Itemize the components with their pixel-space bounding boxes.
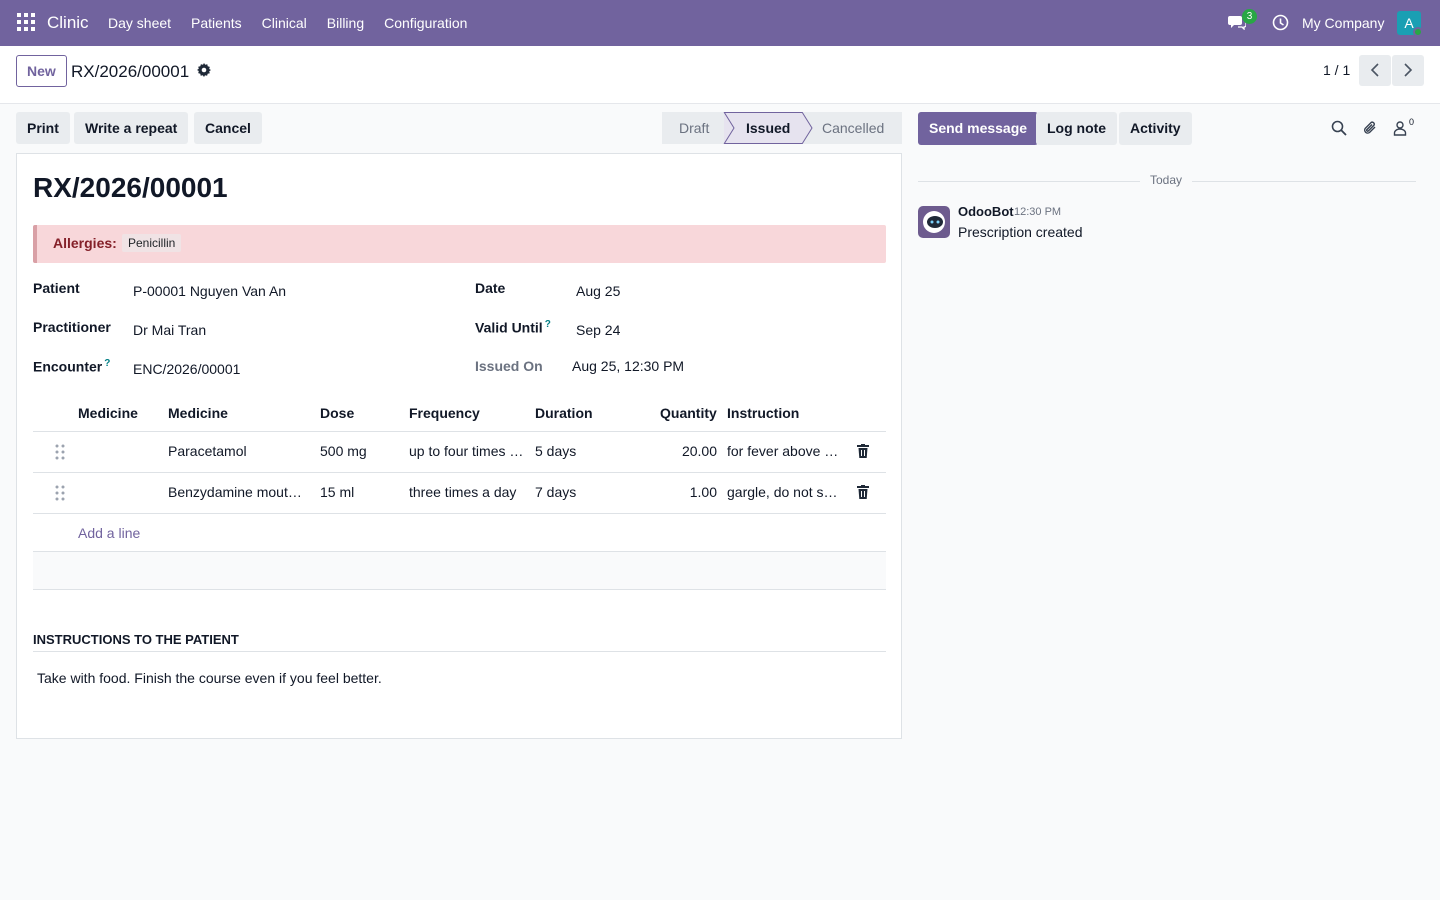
valid-until-label: Valid Until? xyxy=(475,319,551,336)
cell-duration[interactable]: 5 days xyxy=(535,443,645,459)
message-time: 12:30 PM xyxy=(1014,206,1062,218)
issued-on-label: Issued On xyxy=(475,358,543,374)
practitioner-field[interactable]: Dr Mai Tran xyxy=(133,322,206,338)
column-header-medicine[interactable]: Medicine xyxy=(78,405,138,421)
issued-on-value: Aug 25, 12:30 PM xyxy=(572,358,685,374)
add-line-row: Add a line xyxy=(33,514,886,552)
practitioner-label: Practitioner xyxy=(33,319,111,335)
drag-handle-icon[interactable] xyxy=(55,485,65,501)
cancel-button[interactable]: Cancel xyxy=(194,112,262,144)
menu-item-patients[interactable]: Patients xyxy=(181,15,252,31)
column-header-duration[interactable]: Duration xyxy=(535,405,593,421)
cell-quantity[interactable]: 1.00 xyxy=(653,484,717,500)
table-footer-row xyxy=(33,552,886,590)
trash-icon[interactable] xyxy=(857,444,869,458)
cell-frequency[interactable]: up to four times a day xyxy=(409,443,527,459)
pager-next-button[interactable] xyxy=(1392,55,1424,86)
menu-item-day-sheet[interactable]: Day sheet xyxy=(98,15,181,31)
status-arrows xyxy=(723,112,813,144)
followers-count: 0 xyxy=(1409,117,1415,127)
online-status-dot xyxy=(1413,27,1423,37)
app-grid-icon[interactable] xyxy=(17,13,35,31)
column-header-instruction[interactable]: Instruction xyxy=(727,405,799,421)
allergy-alert: Allergies: Penicillin xyxy=(33,225,886,263)
chevron-right-icon xyxy=(1404,63,1413,77)
table-row[interactable]: Paracetamol 500 mg up to four times a da… xyxy=(33,432,886,473)
lines-table-header: Medicine Medicine Dose Frequency Duratio… xyxy=(33,394,886,432)
form-sheet: RX/2026/00001 Allergies: Penicillin Pati… xyxy=(16,153,902,739)
main-menu: Day sheet Patients Clinical Billing Conf… xyxy=(98,0,477,46)
help-tooltip-icon[interactable]: ? xyxy=(104,358,110,369)
odoobot-avatar xyxy=(918,206,950,238)
control-panel: New RX/2026/00001 1 / 1 xyxy=(0,46,1440,104)
cell-duration[interactable]: 7 days xyxy=(535,484,645,500)
date-separator-label: Today xyxy=(1140,173,1193,187)
column-header-dose[interactable]: Dose xyxy=(320,405,354,421)
allergy-tag: Penicillin xyxy=(122,234,182,252)
help-tooltip-icon[interactable]: ? xyxy=(545,319,551,330)
gear-icon[interactable] xyxy=(197,63,211,77)
drag-handle-icon[interactable] xyxy=(55,444,65,460)
cell-medicine[interactable]: Benzydamine mouthwash xyxy=(168,484,308,500)
paperclip-icon[interactable] xyxy=(1362,120,1378,136)
new-button[interactable]: New xyxy=(16,55,67,87)
column-header-quantity[interactable]: Quantity xyxy=(660,405,717,421)
pager-previous-button[interactable] xyxy=(1359,55,1391,86)
record-title: RX/2026/00001 xyxy=(33,172,228,203)
encounter-label-text: Encounter xyxy=(33,358,103,375)
patient-field[interactable]: P-00001 Nguyen Van An xyxy=(133,283,286,299)
cell-quantity[interactable]: 20.00 xyxy=(653,443,717,459)
date-label: Date xyxy=(475,280,506,296)
robot-icon xyxy=(923,211,945,233)
menu-item-billing[interactable]: Billing xyxy=(317,15,374,31)
cell-instruction[interactable]: gargle, do not swallow xyxy=(727,484,843,500)
app-brand[interactable]: Clinic xyxy=(47,13,89,33)
column-header-frequency[interactable]: Frequency xyxy=(409,405,480,421)
send-message-button[interactable]: Send message xyxy=(918,112,1039,145)
cell-instruction[interactable]: for fever above 38.5 xyxy=(727,443,843,459)
table-row[interactable]: Benzydamine mouthwash 15 ml three times … xyxy=(33,473,886,514)
valid-until-label-text: Valid Until xyxy=(475,319,543,336)
valid-until-field[interactable]: Sep 24 xyxy=(576,322,620,338)
company-switcher[interactable]: My Company xyxy=(1302,15,1384,31)
message-body: Prescription created xyxy=(958,224,1083,240)
top-navbar: Clinic Day sheet Patients Clinical Billi… xyxy=(0,0,1440,46)
cell-medicine[interactable]: Paracetamol xyxy=(168,443,308,459)
column-header-medicine-name[interactable]: Medicine xyxy=(168,405,228,421)
instructions-text[interactable]: Take with food. Finish the course even i… xyxy=(37,670,382,686)
date-field[interactable]: Aug 25 xyxy=(576,283,620,299)
allergy-label: Allergies: xyxy=(53,235,117,251)
trash-icon[interactable] xyxy=(857,485,869,499)
menu-item-clinical[interactable]: Clinical xyxy=(252,15,317,31)
activity-clock-icon[interactable] xyxy=(1272,14,1289,31)
cell-dose[interactable]: 500 mg xyxy=(320,443,402,459)
breadcrumb: RX/2026/00001 xyxy=(71,62,190,81)
pager-value[interactable]: 1 / 1 xyxy=(1323,62,1350,78)
search-icon[interactable] xyxy=(1331,120,1347,136)
print-button[interactable]: Print xyxy=(16,112,70,144)
cell-dose[interactable]: 15 ml xyxy=(320,484,402,500)
encounter-field[interactable]: ENC/2026/00001 xyxy=(133,361,240,377)
log-note-button[interactable]: Log note xyxy=(1036,112,1118,145)
instructions-section-title: INSTRUCTIONS TO THE PATIENT xyxy=(33,632,886,652)
message-author[interactable]: OdooBot xyxy=(958,204,1014,219)
chevron-left-icon xyxy=(1370,63,1379,77)
write-repeat-button[interactable]: Write a repeat xyxy=(74,112,189,144)
cell-frequency[interactable]: three times a day xyxy=(409,484,527,500)
menu-item-configuration[interactable]: Configuration xyxy=(374,15,477,31)
patient-label: Patient xyxy=(33,280,80,296)
chat-count-badge: 3 xyxy=(1242,9,1257,24)
followers-icon[interactable] xyxy=(1392,120,1408,136)
add-line-link[interactable]: Add a line xyxy=(78,525,140,541)
encounter-label: Encounter? xyxy=(33,358,110,375)
activity-button[interactable]: Activity xyxy=(1119,112,1192,145)
